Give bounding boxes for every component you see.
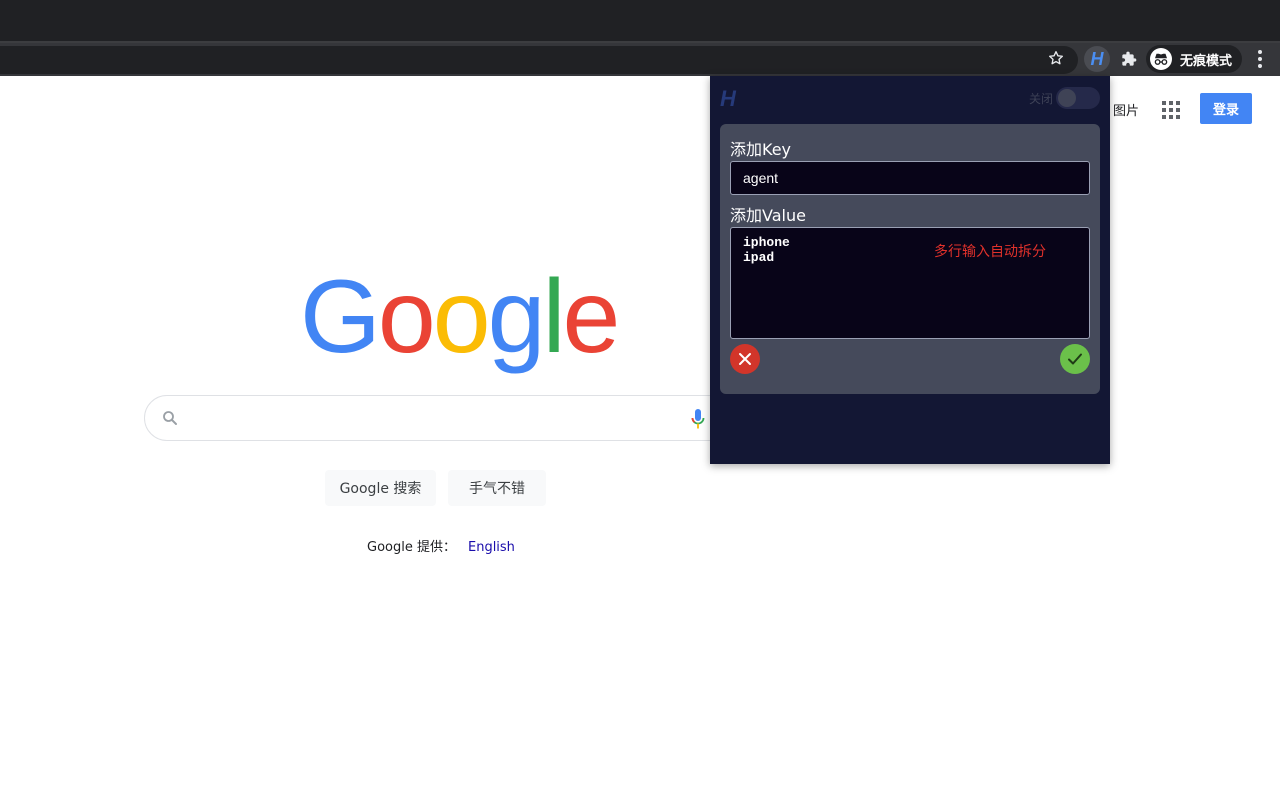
enable-toggle[interactable]	[1056, 87, 1100, 109]
key-input[interactable]: agent	[730, 161, 1090, 195]
toggle-label: 关闭	[1029, 92, 1054, 106]
logo-letter: g	[487, 259, 546, 375]
value-textarea[interactable]: iphone ipad 多行输入自动拆分	[730, 227, 1090, 339]
confirm-button[interactable]	[1060, 344, 1090, 374]
check-icon	[1068, 353, 1082, 365]
add-header-card: 添加Key agent 添加Value iphone ipad 多行输入自动拆分	[720, 124, 1100, 394]
google-logo: Google	[300, 259, 621, 375]
browser-tab-strip	[0, 0, 1280, 42]
browser-toolbar: H 无痕模式	[0, 43, 1280, 76]
offered-by-label: Google 提供：	[367, 540, 456, 555]
offered-in: Google 提供： English	[367, 536, 515, 555]
search-icon	[161, 409, 179, 427]
logo-letter: o	[377, 259, 436, 375]
multiline-hint: 多行输入自动拆分	[934, 244, 1046, 260]
address-bar[interactable]	[0, 46, 1078, 74]
images-link[interactable]: 图片	[1113, 100, 1139, 119]
incognito-indicator[interactable]: 无痕模式	[1146, 45, 1242, 73]
incognito-label: 无痕模式	[1180, 53, 1233, 69]
search-input[interactable]	[144, 395, 744, 441]
toggle-knob	[1058, 89, 1076, 107]
bookmark-star-icon[interactable]	[1045, 47, 1067, 69]
extension-h-icon[interactable]: H	[1084, 46, 1110, 72]
extension-popup: H 关闭 添加Key agent 添加Value iphone ipad 多行输…	[710, 76, 1110, 464]
cancel-button[interactable]	[730, 344, 760, 374]
logo-letter: G	[300, 259, 381, 375]
incognito-icon	[1150, 48, 1172, 70]
popup-logo: H	[720, 86, 736, 111]
google-search-button[interactable]: Google 搜索	[325, 470, 436, 506]
extensions-puzzle-icon[interactable]	[1118, 48, 1140, 70]
logo-letter: o	[432, 259, 491, 375]
value-label: 添加Value	[730, 206, 806, 225]
microphone-icon[interactable]	[691, 408, 705, 430]
apps-grid-icon[interactable]	[1160, 99, 1180, 119]
login-button[interactable]: 登录	[1200, 93, 1252, 124]
feeling-lucky-button[interactable]: 手气不错	[448, 470, 546, 506]
browser-menu-icon[interactable]	[1250, 47, 1270, 71]
logo-letter: l	[542, 259, 565, 375]
close-icon	[739, 353, 751, 365]
logo-letter: e	[562, 259, 621, 375]
language-link-english[interactable]: English	[468, 540, 515, 555]
key-label: 添加Key	[730, 140, 792, 159]
